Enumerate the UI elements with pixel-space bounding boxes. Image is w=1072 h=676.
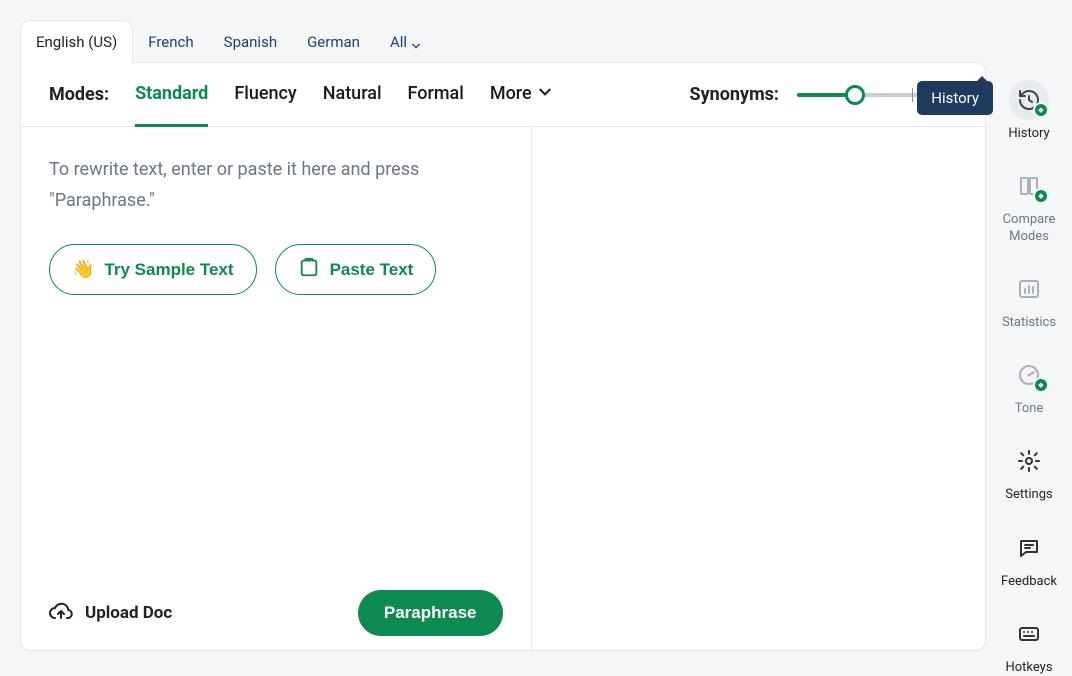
editor-output-pane [532,127,986,650]
try-sample-text-button[interactable]: 👋 Try Sample Text [49,244,257,295]
language-tab-label: All [390,33,407,51]
mode-tab-label: Standard [135,83,208,104]
compare-icon: ◆ [1009,166,1049,206]
mode-more-label: More [490,83,532,104]
language-tab-label: French [148,33,193,51]
language-tab-label: English (US) [36,33,117,51]
sidebar-item-label: Hotkeys [1005,660,1052,676]
chevron-down-icon [538,83,552,104]
feedback-icon [1009,528,1049,568]
button-label: Upload Doc [85,603,172,623]
clipboard-icon [298,256,320,283]
synonyms-label: Synonyms: [690,84,779,105]
sidebar-item-tone[interactable]: ◆ Tone [986,355,1072,417]
premium-icon: ◆ [1033,377,1049,393]
right-sidebar: ◆ History ◆ Compare Modes Statistics ◆ [986,0,1072,663]
mode-tab-label: Fluency [234,83,296,104]
language-tab-label: German [307,33,360,51]
sidebar-item-compare-modes[interactable]: ◆ Compare Modes [986,166,1072,245]
modes-label: Modes: [49,84,109,105]
mode-tab-formal[interactable]: Formal [408,63,464,127]
slider-tick [912,88,913,102]
history-icon: ◆ [1009,80,1049,120]
language-tab-english[interactable]: English (US) [20,20,133,63]
premium-icon: ◆ [1033,102,1049,118]
mode-more-dropdown[interactable]: More [490,63,552,127]
history-tooltip: History [917,81,993,115]
sidebar-item-label: Tone [1015,401,1044,417]
upload-doc-button[interactable]: Upload Doc [49,599,172,628]
wave-icon: 👋 [72,259,94,280]
cloud-upload-icon [49,599,73,628]
sidebar-item-label: Feedback [1001,574,1057,590]
language-tab-french[interactable]: French [133,21,208,63]
mode-tab-fluency[interactable]: Fluency [234,63,296,127]
settings-icon [1009,441,1049,481]
sidebar-item-label: History [1008,126,1049,142]
editor-input-pane[interactable]: To rewrite text, enter or paste it here … [21,127,532,650]
editor-bottom-row: Upload Doc Paraphrase [49,590,503,636]
modes-bar: Modes: Standard Fluency Natural Formal M… [21,63,985,127]
paraphrase-button[interactable]: Paraphrase [358,590,503,636]
button-label: Try Sample Text [104,260,233,280]
mode-tab-label: Natural [323,83,382,104]
sidebar-item-label: Statistics [1002,315,1056,331]
sidebar-item-settings[interactable]: Settings [986,441,1072,503]
sidebar-item-label: Settings [1005,487,1052,503]
chevron-down-icon [411,37,421,47]
mode-tab-standard[interactable]: Standard [135,63,208,127]
mode-tab-label: Formal [408,83,464,104]
tooltip-text: History [931,89,979,107]
paste-text-button[interactable]: Paste Text [275,244,437,295]
language-tab-all[interactable]: All [375,21,436,63]
language-tab-spanish[interactable]: Spanish [209,21,292,63]
hotkeys-icon [1009,614,1049,654]
editor-split: To rewrite text, enter or paste it here … [21,127,985,650]
language-tab-label: Spanish [224,33,277,51]
paraphraser-panel: Modes: Standard Fluency Natural Formal M… [20,62,986,651]
sidebar-item-label: Compare Modes [986,212,1072,245]
editor-placeholder: To rewrite text, enter or paste it here … [49,155,503,216]
sidebar-item-statistics[interactable]: Statistics [986,269,1072,331]
stats-icon [1009,269,1049,309]
button-label: Paste Text [330,260,414,280]
sidebar-item-feedback[interactable]: Feedback [986,528,1072,590]
editor-action-row: 👋 Try Sample Text Paste Text [49,244,503,295]
language-tabs: English (US) French Spanish German All [20,20,986,63]
sidebar-item-hotkeys[interactable]: Hotkeys [986,614,1072,676]
tone-icon: ◆ [1009,355,1049,395]
button-label: Paraphrase [384,603,477,622]
premium-icon: ◆ [1033,188,1049,204]
slider-thumb[interactable] [845,85,865,105]
language-tab-german[interactable]: German [292,21,375,63]
mode-tab-natural[interactable]: Natural [323,63,382,127]
sidebar-item-history[interactable]: ◆ History [986,80,1072,142]
